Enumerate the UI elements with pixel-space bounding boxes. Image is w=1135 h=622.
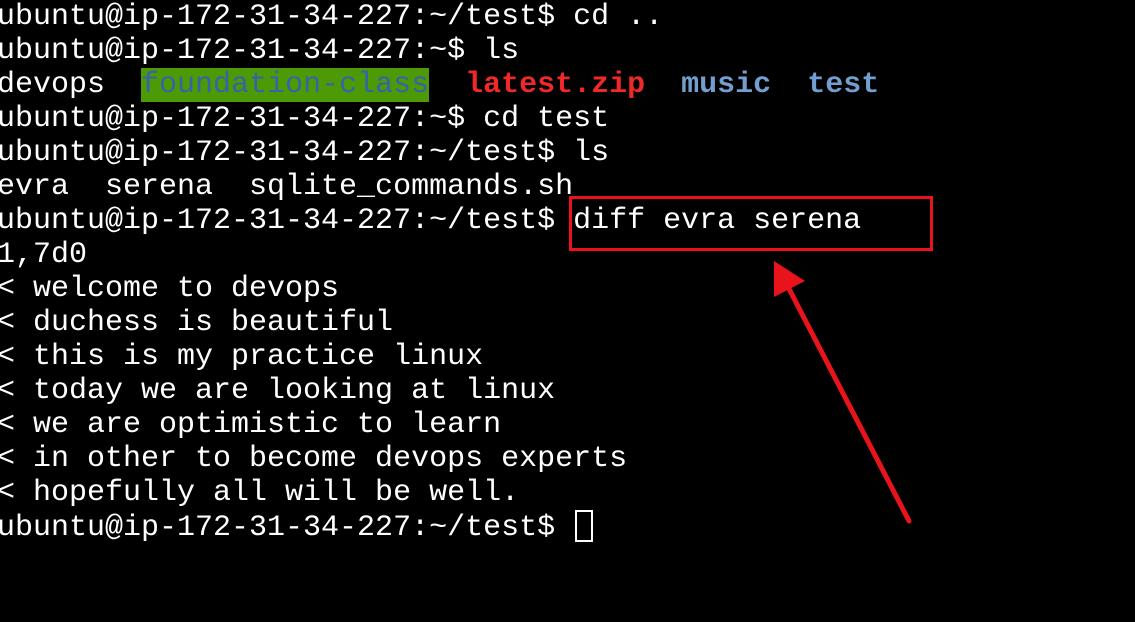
- annotation-arrow-icon: [774, 261, 912, 524]
- terminal-window[interactable]: ubuntu@ip-172-31-34-227:~/test$ cd .. ub…: [0, 0, 1135, 622]
- arrow-shaft: [783, 280, 912, 524]
